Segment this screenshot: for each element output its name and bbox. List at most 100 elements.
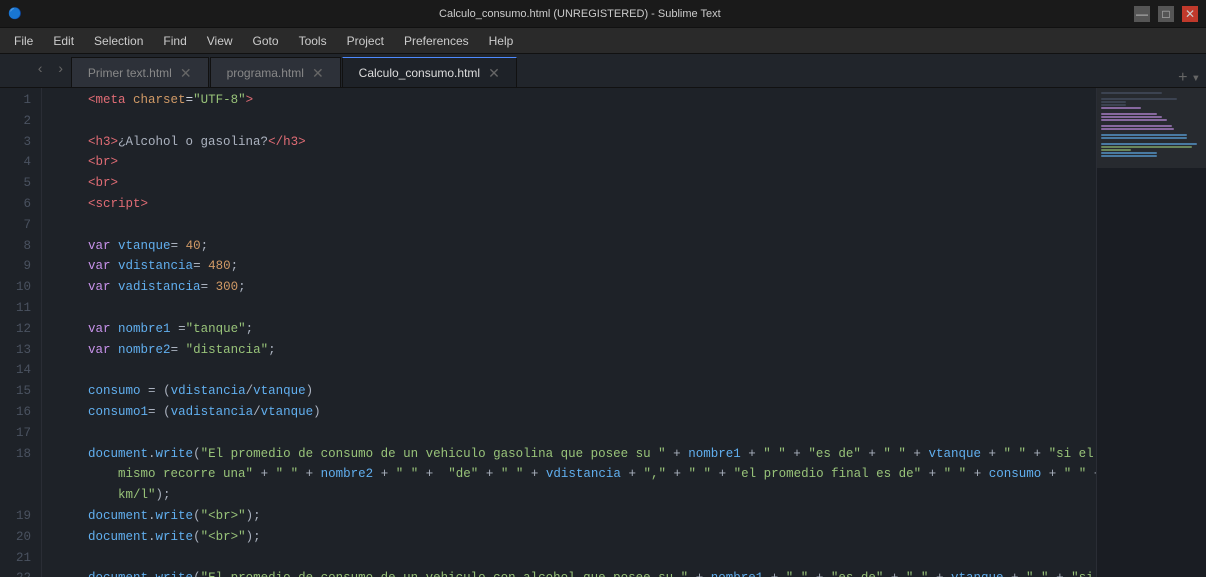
close-button[interactable]: ✕ — [1182, 6, 1198, 22]
tab-next-button[interactable]: › — [50, 53, 70, 87]
menu-selection[interactable]: Selection — [84, 32, 153, 50]
menu-view[interactable]: View — [197, 32, 243, 50]
line-num-12: 12 — [8, 319, 31, 340]
line-num-7: 7 — [8, 215, 31, 236]
line-num-18: 18 — [8, 444, 31, 465]
code-area[interactable]: <meta charset="UTF-8"> <h3>¿Alcohol o ga… — [42, 88, 1096, 577]
line-num-5: 5 — [8, 173, 31, 194]
code-line-4: <br> — [58, 152, 1096, 173]
tab-close-primer[interactable]: ✕ — [180, 66, 192, 80]
line-num-16: 16 — [8, 402, 31, 423]
code-line-19: document.write("<br>"); — [58, 506, 1096, 527]
line-num-22: 22 — [8, 568, 31, 577]
line-numbers: 1 2 3 4 5 6 7 8 9 10 11 12 13 14 15 16 1… — [0, 88, 42, 577]
line-num-19: 19 — [8, 506, 31, 527]
minimap-line — [1101, 152, 1157, 154]
menu-preferences[interactable]: Preferences — [394, 32, 479, 50]
minimap-line — [1101, 116, 1162, 118]
minimap-line — [1101, 98, 1177, 100]
minimap-line — [1101, 107, 1141, 109]
code-line-2 — [58, 111, 1096, 132]
minimize-button[interactable]: — — [1134, 6, 1150, 22]
tab-label: Calculo_consumo.html — [359, 66, 480, 80]
tab-bar-end: + ▾ — [518, 69, 1206, 87]
line-num-14: 14 — [8, 360, 31, 381]
menu-goto[interactable]: Goto — [243, 32, 289, 50]
minimap-line — [1101, 128, 1174, 130]
title-bar: 🔵 Calculo_consumo.html (UNREGISTERED) - … — [0, 0, 1206, 28]
line-num-20: 20 — [8, 527, 31, 548]
code-line-20: document.write("<br>"); — [58, 527, 1096, 548]
minimap-content — [1097, 88, 1206, 162]
window-controls: — □ ✕ — [1134, 6, 1198, 22]
tab-calculo[interactable]: Calculo_consumo.html ✕ — [342, 57, 517, 87]
editor-container: 1 2 3 4 5 6 7 8 9 10 11 12 13 14 15 16 1… — [0, 88, 1206, 577]
minimap-line — [1101, 143, 1197, 145]
minimap-line — [1101, 119, 1167, 121]
menu-project[interactable]: Project — [337, 32, 394, 50]
line-num-15: 15 — [8, 381, 31, 402]
code-line-5: <br> — [58, 173, 1096, 194]
code-line-13: var nombre2= "distancia"; — [58, 340, 1096, 361]
minimap-line — [1101, 104, 1126, 106]
code-line-22: document.write("El promedio de consumo d… — [58, 568, 1096, 577]
code-line-1: <meta charset="UTF-8"> — [58, 90, 1096, 111]
line-num-21: 21 — [8, 548, 31, 569]
minimap-line — [1101, 155, 1157, 157]
new-tab-button[interactable]: + — [1178, 69, 1188, 87]
tab-close-calculo[interactable]: ✕ — [488, 66, 500, 80]
code-line-14 — [58, 360, 1096, 381]
code-line-3: <h3>¿Alcohol o gasolina?</h3> — [58, 132, 1096, 153]
code-line-7 — [58, 215, 1096, 236]
menu-bar: File Edit Selection Find View Goto Tools… — [0, 28, 1206, 54]
minimap-line — [1101, 125, 1172, 127]
menu-find[interactable]: Find — [153, 32, 196, 50]
line-num-1: 1 — [8, 90, 31, 111]
line-num-4: 4 — [8, 152, 31, 173]
line-num-10: 10 — [8, 277, 31, 298]
minimap-line — [1101, 134, 1187, 136]
code-line-18c: km/l"); — [58, 485, 1096, 506]
code-line-18: document.write("El promedio de consumo d… — [58, 444, 1096, 465]
code-line-6: <script> — [58, 194, 1096, 215]
tab-label: Primer text.html — [88, 66, 172, 80]
minimap-line — [1101, 137, 1187, 139]
line-num-8: 8 — [8, 236, 31, 257]
code-line-17 — [58, 423, 1096, 444]
code-line-16: consumo1= (vadistancia/vtanque) — [58, 402, 1096, 423]
tab-primer-text[interactable]: Primer text.html ✕ — [71, 57, 209, 87]
tab-programa[interactable]: programa.html ✕ — [210, 57, 341, 87]
minimap-line — [1101, 92, 1162, 94]
line-num-13: 13 — [8, 340, 31, 361]
line-num-2: 2 — [8, 111, 31, 132]
tab-bar: ‹ › Primer text.html ✕ programa.html ✕ C… — [0, 54, 1206, 88]
window-title: Calculo_consumo.html (UNREGISTERED) - Su… — [32, 8, 1128, 20]
line-num-6: 6 — [8, 194, 31, 215]
tab-label: programa.html — [227, 66, 304, 80]
menu-file[interactable]: File — [4, 32, 43, 50]
code-line-12: var nombre1 ="tanque"; — [58, 319, 1096, 340]
menu-help[interactable]: Help — [479, 32, 524, 50]
code-line-8: var vtanque= 40; — [58, 236, 1096, 257]
line-num-3: 3 — [8, 132, 31, 153]
minimap-line — [1101, 101, 1126, 103]
maximize-button[interactable]: □ — [1158, 6, 1174, 22]
tab-close-programa[interactable]: ✕ — [312, 66, 324, 80]
code-line-21 — [58, 548, 1096, 569]
code-line-11 — [58, 298, 1096, 319]
tab-overflow-button[interactable]: ▾ — [1192, 70, 1200, 87]
minimap-line — [1101, 113, 1157, 115]
code-line-10: var vadistancia= 300; — [58, 277, 1096, 298]
code-line-18b: mismo recorre una" + " " + nombre2 + " "… — [58, 464, 1096, 485]
minimap[interactable] — [1096, 88, 1206, 577]
code-line-9: var vdistancia= 480; — [58, 256, 1096, 277]
line-num-17: 17 — [8, 423, 31, 444]
menu-tools[interactable]: Tools — [289, 32, 337, 50]
menu-edit[interactable]: Edit — [43, 32, 84, 50]
minimap-line — [1101, 146, 1192, 148]
minimap-line — [1101, 149, 1131, 151]
tab-prev-button[interactable]: ‹ — [30, 53, 50, 87]
app-icon: 🔵 — [8, 7, 22, 20]
line-num-18c — [8, 485, 31, 506]
line-num-9: 9 — [8, 256, 31, 277]
